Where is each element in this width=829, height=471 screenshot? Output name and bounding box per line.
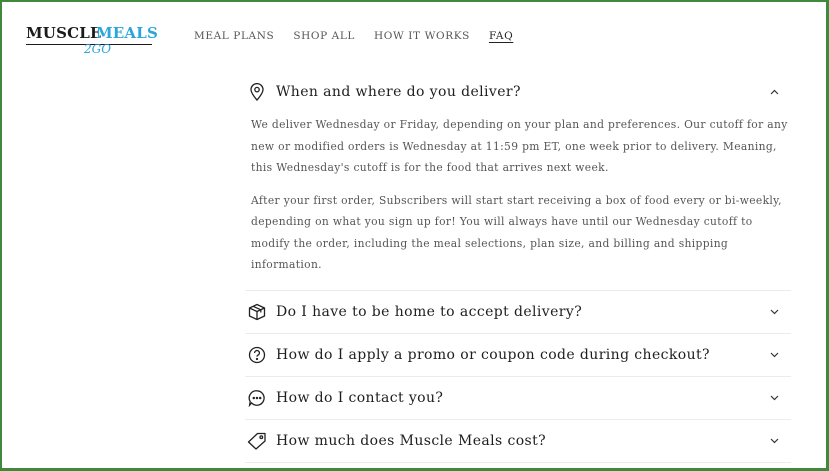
faq-question: When and where do you deliver? <box>276 84 521 100</box>
faq-accordion: When and where do you deliver? We delive… <box>245 70 791 463</box>
chevron-down-icon <box>767 434 781 448</box>
price-tag-icon <box>247 431 267 451</box>
faq-toggle-cost[interactable]: How much does Muscle Meals cost? <box>245 420 791 462</box>
logo-word-2go: 2GO <box>84 42 112 56</box>
faq-item-delivery-time: When and where do you deliver? We delive… <box>245 70 791 291</box>
faq-item-promo-code: How do I apply a promo or coupon code du… <box>245 334 791 377</box>
faq-toggle-home-delivery[interactable]: Do I have to be home to accept delivery? <box>245 291 791 333</box>
chat-bubble-icon <box>247 388 267 408</box>
question-circle-icon <box>247 345 267 365</box>
app-window: MUSCLE MEALS 2GO MEAL PLANS SHOP ALL HOW… <box>0 0 829 471</box>
brand-logo[interactable]: MUSCLE MEALS 2GO <box>26 24 159 60</box>
faq-toggle-contact[interactable]: How do I contact you? <box>245 377 791 419</box>
faq-answer-paragraph: We deliver Wednesday or Friday, dependin… <box>251 118 788 174</box>
nav-how-it-works[interactable]: HOW IT WORKS <box>374 30 470 42</box>
logo-word-muscle: MUSCLE <box>26 24 102 42</box>
nav-shop-all[interactable]: SHOP ALL <box>293 30 355 42</box>
faq-item-contact: How do I contact you? <box>245 377 791 420</box>
faq-item-cost: How much does Muscle Meals cost? <box>245 420 791 463</box>
nav-meal-plans[interactable]: MEAL PLANS <box>194 30 274 42</box>
chevron-down-icon <box>767 305 781 319</box>
chevron-up-icon <box>767 85 781 99</box>
faq-question: Do I have to be home to accept delivery? <box>276 303 583 320</box>
faq-toggle-promo-code[interactable]: How do I apply a promo or coupon code du… <box>245 334 791 376</box>
map-pin-icon <box>247 82 267 102</box>
box-icon <box>247 302 267 322</box>
faq-toggle-delivery-time[interactable]: When and where do you deliver? <box>245 70 791 114</box>
logo-word-meals: MEALS <box>96 24 159 42</box>
faq-question: How much does Muscle Meals cost? <box>276 432 547 449</box>
faq-question: How do I contact you? <box>276 389 444 406</box>
nav-faq[interactable]: FAQ <box>489 30 513 42</box>
faq-question: How do I apply a promo or coupon code du… <box>276 346 710 363</box>
chevron-down-icon <box>767 391 781 405</box>
faq-item-home-delivery: Do I have to be home to accept delivery? <box>245 291 791 334</box>
faq-answer-paragraph: After your first order, Subscribers will… <box>251 193 782 272</box>
main-nav: MEAL PLANS SHOP ALL HOW IT WORKS FAQ <box>194 30 513 42</box>
chevron-down-icon <box>767 348 781 362</box>
faq-answer: We deliver Wednesday or Friday, dependin… <box>245 114 791 290</box>
